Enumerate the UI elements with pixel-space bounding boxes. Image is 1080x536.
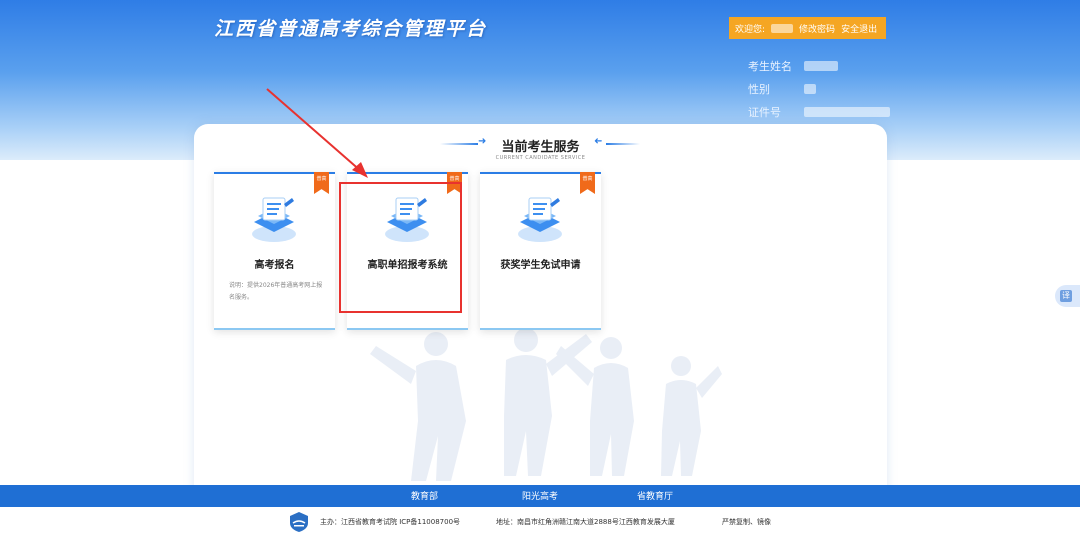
panel-subtitle: CURRENT CANDIDATE SERVICE bbox=[495, 155, 586, 161]
card-badge: 普高 bbox=[580, 172, 595, 194]
gender-label: 性别 bbox=[748, 83, 770, 96]
card-title: 高职单招报考系统 bbox=[367, 260, 448, 271]
document-stack-icon bbox=[518, 197, 562, 242]
card-badge: 普高 bbox=[314, 172, 329, 194]
translate-side-button[interactable]: 译 bbox=[1055, 285, 1080, 307]
footer-notice: 严禁复制、镜像 bbox=[722, 518, 771, 526]
service-card-gaokao-registration[interactable]: 普高 高考报名 说明：提供2026年普通高考网上报名服务。 bbox=[214, 172, 335, 330]
panel-title: 当前考生服务 bbox=[501, 140, 580, 155]
document-stack-icon bbox=[385, 197, 429, 242]
title-arrow-right-icon: ➜ bbox=[594, 136, 603, 147]
footer-link-provincial-edu[interactable]: 省教育厅 bbox=[637, 489, 673, 502]
footer-link-moe[interactable]: 教育部 bbox=[411, 489, 438, 502]
card-title: 高考报名 bbox=[254, 260, 295, 271]
footer-address: 地址：南昌市红角洲赣江南大道2888号江西教育发展大厦 bbox=[496, 518, 675, 526]
name-label: 考生姓名 bbox=[748, 60, 792, 73]
welcome-text: 欢迎您: bbox=[735, 24, 766, 35]
info-name-row: 考生姓名 bbox=[748, 58, 838, 74]
card-badge: 普高 bbox=[447, 172, 462, 194]
exam-authority-logo bbox=[290, 512, 308, 532]
footer-nav: 教育部 阳光高考 省教育厅 bbox=[0, 485, 1080, 507]
document-stack-icon bbox=[252, 197, 296, 242]
title-deco-right bbox=[606, 143, 640, 145]
change-password-link[interactable]: 修改密码 bbox=[799, 22, 835, 35]
footer-host: 主办：江西省教育考试院 ICP备11008700号 bbox=[320, 518, 461, 526]
gender-value-blurred bbox=[804, 84, 816, 94]
username-blurred bbox=[771, 23, 794, 33]
logout-link[interactable]: 安全退出 bbox=[841, 22, 877, 35]
user-bar: 欢迎您: 修改密码 安全退出 bbox=[729, 17, 886, 39]
jumping-people-watermark bbox=[370, 328, 722, 481]
footer: 主办：江西省教育考试院 ICP备11008700号 地址：南昌市红角洲赣江南大道… bbox=[0, 507, 1080, 536]
card-description: 说明：提供2026年普通高考网上报名服务。 bbox=[229, 282, 323, 301]
info-gender-row: 性别 bbox=[748, 81, 816, 97]
footer-link-sunshine-gaokao[interactable]: 阳光高考 bbox=[522, 489, 558, 502]
id-value-blurred bbox=[804, 107, 890, 117]
info-id-row: 证件号 bbox=[748, 104, 890, 120]
card-title: 获奖学生免试申请 bbox=[500, 260, 581, 271]
service-panel: ➜ 当前考生服务 ➜ CURRENT CANDIDATE SERVICE 普高 bbox=[194, 124, 887, 504]
site-title: 江西省普通高考综合管理平台 bbox=[214, 18, 488, 40]
translate-icon: 译 bbox=[1060, 290, 1072, 302]
service-card-vocational-admission[interactable]: 普高 高职单招报考系统 bbox=[347, 172, 468, 330]
id-label: 证件号 bbox=[748, 106, 781, 119]
service-card-award-exemption[interactable]: 普高 获奖学生免试申请 bbox=[480, 172, 601, 330]
name-value-blurred bbox=[804, 61, 838, 71]
